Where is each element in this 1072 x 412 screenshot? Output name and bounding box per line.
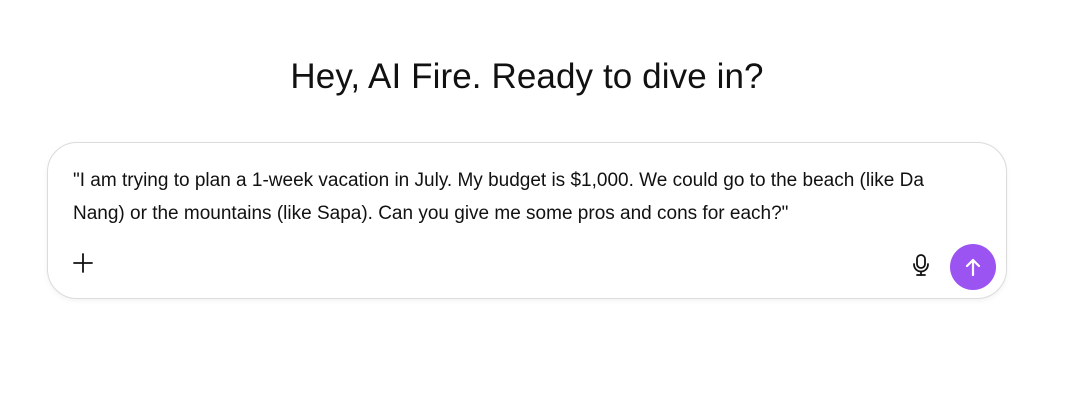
arrow-up-icon bbox=[965, 258, 981, 277]
page-greeting: Hey, AI Fire. Ready to dive in? bbox=[290, 57, 764, 96]
prompt-input[interactable]: "I am trying to plan a 1-week vacation i… bbox=[73, 164, 978, 230]
add-attachment-button[interactable] bbox=[68, 248, 98, 278]
microphone-icon bbox=[913, 254, 929, 276]
voice-input-button[interactable] bbox=[906, 250, 936, 280]
send-button[interactable] bbox=[950, 244, 996, 290]
message-composer[interactable]: "I am trying to plan a 1-week vacation i… bbox=[47, 142, 1007, 299]
plus-icon bbox=[73, 253, 93, 273]
